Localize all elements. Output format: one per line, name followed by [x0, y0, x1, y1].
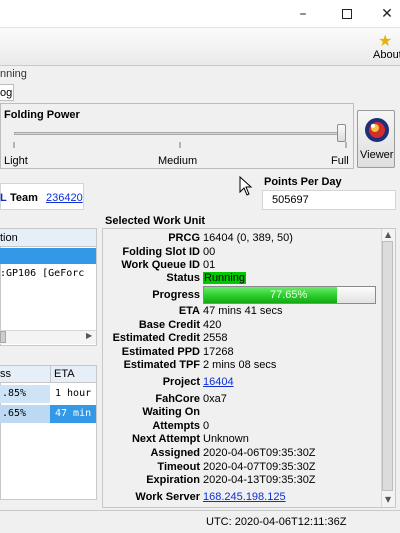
estimated-ppd-value: 17268	[203, 346, 234, 358]
next-attempt-label: Next Attempt	[131, 433, 200, 445]
work-queue-id-value: 01	[203, 259, 216, 271]
prcg-value: 16404 (0, 389, 50)	[203, 232, 293, 244]
timeout-value: 2020-04-07T09:35:30Z	[203, 461, 316, 473]
project-label: Project	[162, 376, 200, 388]
work-server-value[interactable]: 168.245.198.125	[203, 491, 286, 503]
expiration-value: 2020-04-13T09:35:30Z	[203, 474, 316, 486]
project-value[interactable]: 16404	[203, 376, 234, 388]
next-attempt-value: Unknown	[203, 433, 249, 445]
estimated-credit-value: 2558	[203, 332, 228, 344]
folding-slot-id-label: Folding Slot ID	[122, 246, 200, 258]
assigned-value: 2020-04-06T09:35:30Z	[203, 447, 316, 459]
progress-value: 77.65%	[270, 289, 308, 301]
estimated-tpf-label: Estimated TPF	[123, 359, 200, 371]
estimated-ppd-label: Estimated PPD	[121, 346, 200, 358]
expiration-label: Expiration	[146, 474, 200, 486]
progress-bar: 77.65%	[203, 286, 376, 304]
attempts-value: 0	[203, 420, 210, 432]
fahcore-label: FahCore	[155, 393, 200, 405]
prcg-label: PRCG	[168, 232, 200, 244]
timeout-label: Timeout	[157, 461, 200, 473]
base-credit-value: 420	[203, 319, 222, 331]
progress-label: Progress	[152, 289, 200, 301]
estimated-tpf-value: 2 mins 08 secs	[203, 359, 277, 371]
work-queue-id-label: Work Queue ID	[121, 259, 200, 271]
fahcore-value: 0xa7	[203, 393, 227, 405]
estimated-credit-label: Estimated Credit	[112, 332, 200, 344]
status-bar: UTC: 2020-04-06T12:11:36Z	[0, 510, 400, 533]
waiting-on-label: Waiting On	[142, 406, 200, 418]
assigned-label: Assigned	[150, 447, 200, 459]
work-server-label: Work Server	[135, 491, 200, 503]
base-credit-label: Base Credit	[138, 319, 200, 331]
work-unit-fields: PRCG 16404 (0, 389, 50) Folding Slot ID 00 W…	[0, 0, 400, 510]
eta-label: ETA	[178, 305, 200, 317]
eta-value: 47 mins 41 secs	[203, 305, 283, 317]
status-label: Status	[166, 272, 200, 284]
attempts-label: Attempts	[152, 420, 200, 432]
utc-time: UTC: 2020-04-06T12:11:36Z	[206, 516, 347, 528]
status-value: Running	[203, 272, 246, 284]
folding-slot-id-value: 00	[203, 246, 216, 258]
